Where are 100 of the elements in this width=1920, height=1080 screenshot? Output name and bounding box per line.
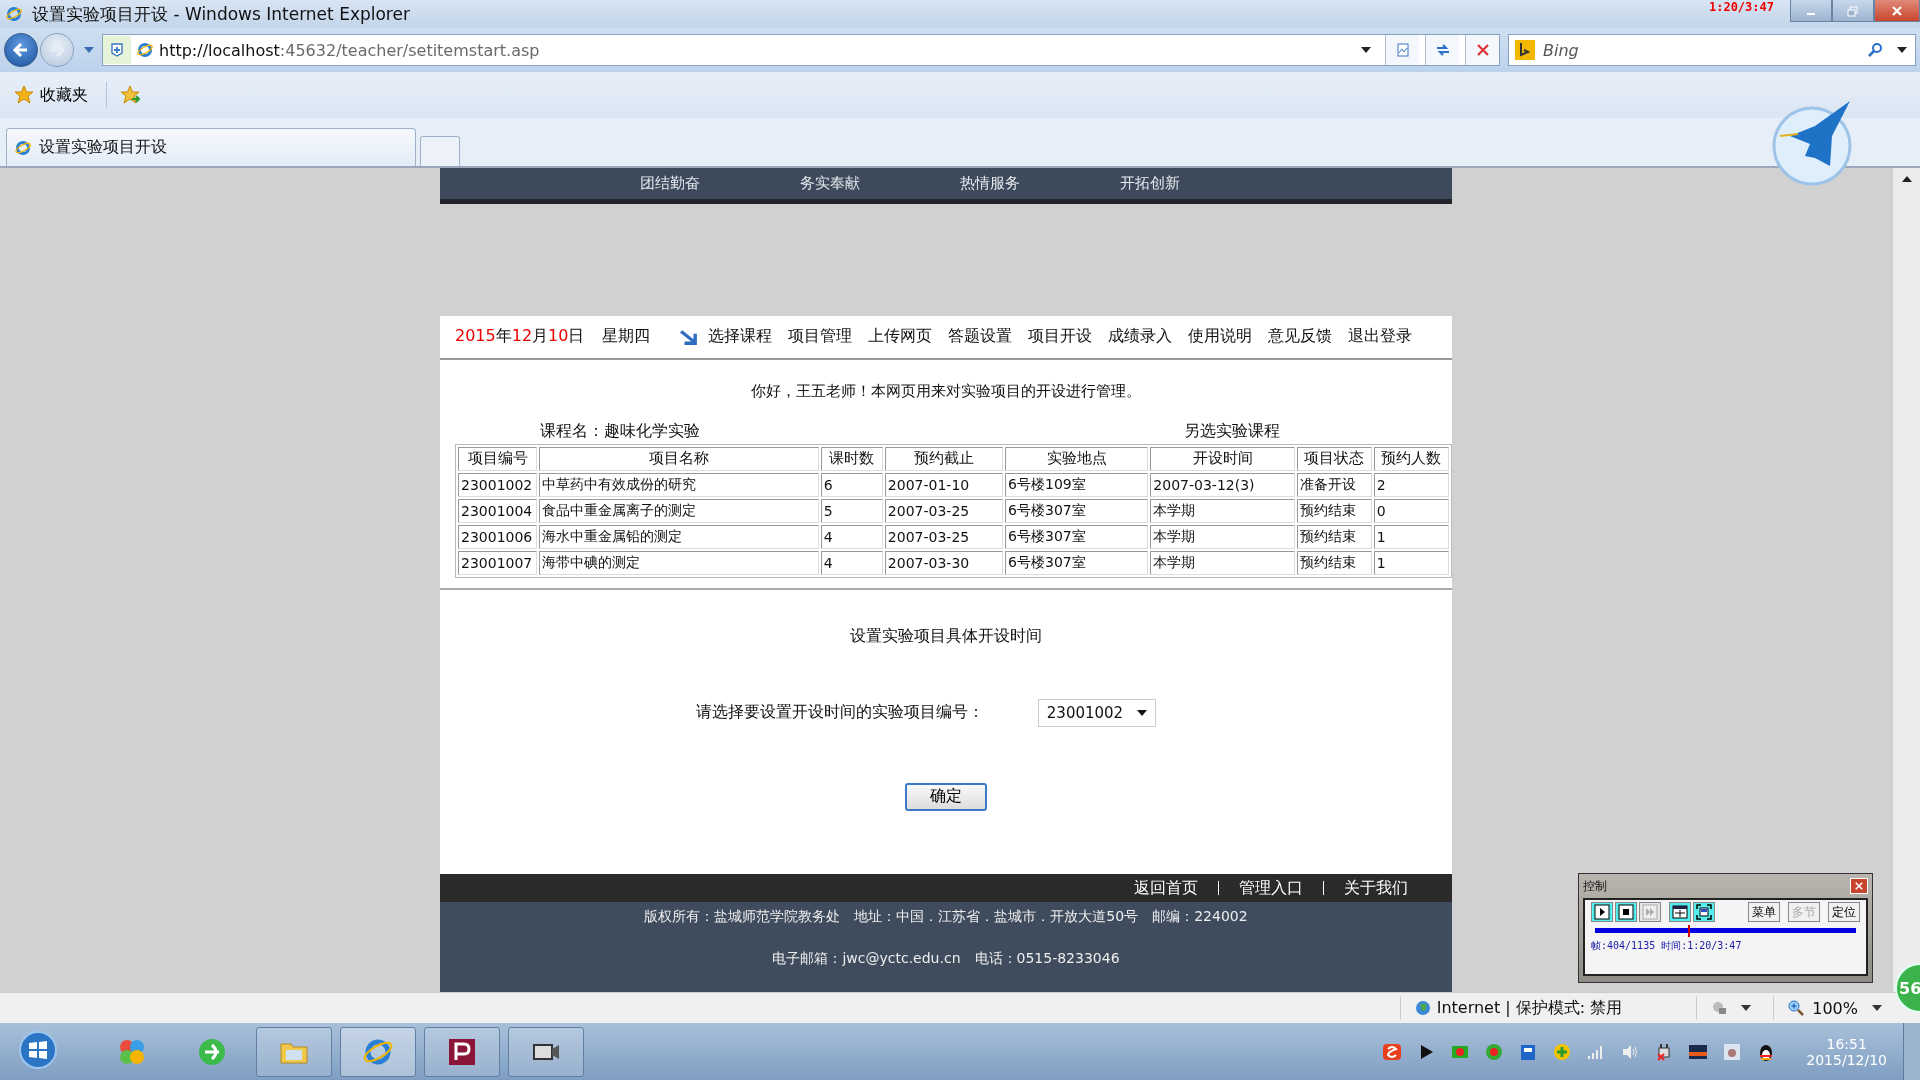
table-cell: 23001004	[458, 498, 538, 523]
table-cell: 预约结束	[1296, 524, 1372, 549]
minimize-button[interactable]	[1790, 0, 1832, 22]
taskbar-ie-icon[interactable]	[340, 1026, 416, 1077]
refresh-icon	[1434, 42, 1451, 58]
progress-marker[interactable]	[1687, 925, 1690, 937]
plus-icon[interactable]	[1552, 1041, 1573, 1062]
scroll-up-icon[interactable]	[1901, 176, 1912, 182]
motto-text: 团结勤奋	[640, 173, 700, 193]
ie-icon	[6, 6, 22, 22]
close-icon	[1855, 882, 1863, 890]
play-icon	[1594, 904, 1610, 920]
restore-button[interactable]	[1832, 0, 1874, 22]
stop-button[interactable]	[1615, 902, 1637, 922]
column-header: 项目编号	[458, 446, 538, 471]
menu-link[interactable]: 上传网页	[868, 326, 933, 348]
footer-link[interactable]: 关于我们	[1344, 877, 1408, 899]
table-cell: 23001006	[458, 524, 538, 549]
search-field[interactable]: Bing	[1541, 39, 1861, 61]
menu-link[interactable]: 意见反馈	[1268, 326, 1333, 348]
footer-link[interactable]: 管理入口	[1239, 877, 1303, 899]
menu-link[interactable]: 项目管理	[788, 326, 853, 348]
column-header: 预约截止	[884, 446, 1004, 471]
table-cell: 食品中重金属离子的测定	[539, 498, 819, 523]
frame-info-text: 帧:404/1135 时间:1:20/3:47	[1591, 939, 1743, 953]
table-cell: 准备开设	[1296, 472, 1372, 497]
bing-logo-icon	[1515, 40, 1535, 60]
browser-tab[interactable]: 设置实验项目开设	[6, 128, 416, 166]
back-button[interactable]	[4, 33, 38, 67]
motto-text: 务实奉献	[800, 173, 860, 193]
menu-link[interactable]: 退出登录	[1348, 326, 1413, 348]
motto-text: 热情服务	[960, 173, 1020, 193]
menu-link[interactable]: 成绩录入	[1108, 326, 1173, 348]
menu-link[interactable]: 项目开设	[1028, 326, 1093, 348]
section-title: 设置实验项目具体开设时间	[849, 625, 1043, 647]
taskbar-camera-icon[interactable]	[508, 1026, 584, 1077]
scrollbar[interactable]	[1892, 168, 1920, 992]
windows-logo-icon	[18, 1030, 58, 1070]
restore-icon	[1847, 4, 1859, 17]
control-text-button[interactable]: 定位	[1828, 902, 1860, 922]
close-button[interactable]	[1874, 0, 1920, 22]
play-button[interactable]	[1591, 902, 1613, 922]
table-cell: 1	[1373, 550, 1449, 575]
add-favorite-icon[interactable]	[121, 85, 141, 105]
close-icon	[1474, 42, 1491, 58]
window-title: 设置实验项目开设 - Windows Internet Explorer	[32, 2, 410, 26]
search-box[interactable]: Bing	[1508, 34, 1916, 66]
table-cell: 5	[820, 498, 883, 523]
zoom-icon[interactable]	[1788, 1000, 1805, 1016]
dropdown-arrow-icon[interactable]	[1897, 47, 1907, 53]
select-label: 请选择要设置开设时间的实验项目编号：	[695, 702, 984, 724]
table-cell: 本学期	[1150, 524, 1295, 549]
tab-title: 设置实验项目开设	[39, 137, 167, 158]
input-method-icon[interactable]	[1382, 1041, 1403, 1062]
security-zone-text: Internet | 保护模式: 禁用	[1436, 997, 1623, 1019]
table-cell: 中草药中有效成份的研究	[539, 472, 819, 497]
table-cell: 2007-03-12(3)	[1150, 472, 1295, 497]
search-icon[interactable]	[1867, 42, 1883, 58]
menu-link[interactable]: 答题设置	[948, 326, 1013, 348]
menu-link[interactable]: 选择课程	[708, 326, 773, 348]
close-icon	[1891, 4, 1903, 17]
footer-link[interactable]: 返回首页	[1134, 877, 1198, 899]
column-header: 项目名称	[539, 446, 819, 471]
table-cell: 6号楼307室	[1005, 524, 1149, 549]
dropdown-arrow-icon[interactable]	[1741, 1005, 1752, 1011]
page-chart-icon	[1394, 42, 1411, 58]
arrow-icon	[680, 328, 699, 345]
table-cell: 23001002	[458, 472, 538, 497]
globe-icon	[1414, 1000, 1431, 1016]
other-course-link[interactable]: 另选实验课程	[1184, 420, 1280, 442]
table-cell: 海带中碘的测定	[539, 550, 819, 575]
add-icon	[103, 36, 131, 64]
record-icon[interactable]	[1484, 1041, 1505, 1062]
table-cell: 本学期	[1150, 498, 1295, 523]
favorites-button[interactable]: 收藏夹	[10, 82, 92, 108]
project-select[interactable]: 23001002	[1037, 698, 1157, 727]
taskbar-app-icon[interactable]	[424, 1026, 500, 1077]
table-cell: 预约结束	[1296, 498, 1372, 523]
lock-icon[interactable]	[1711, 1000, 1728, 1016]
url-text: http://localhost:45632/teacher/setitemstart.asp	[159, 40, 540, 60]
refresh-button[interactable]	[1425, 35, 1459, 65]
table-cell: 2007-01-10	[884, 472, 1004, 497]
taskbar-folder-icon[interactable]	[256, 1026, 332, 1077]
address-field[interactable]: http://localhost:45632/teacher/setitemstart.asp	[102, 34, 1500, 66]
table-cell: 2007-03-30	[884, 550, 1004, 575]
dropdown-arrow-icon[interactable]	[1872, 1005, 1882, 1011]
fit-icon	[1672, 904, 1688, 920]
dropdown-arrow-icon[interactable]	[1361, 47, 1371, 53]
confirm-button[interactable]: 确定	[905, 782, 987, 811]
fullscreen-button[interactable]	[1693, 902, 1715, 922]
table-cell: 0	[1373, 498, 1449, 523]
control-text-button[interactable]: 菜单	[1748, 902, 1780, 922]
fullscreen-icon	[1696, 904, 1712, 920]
ie-icon	[15, 139, 31, 156]
fit-button[interactable]	[1669, 902, 1691, 922]
menu-link[interactable]: 使用说明	[1188, 326, 1253, 348]
recorder-timer: 1:20/3:47	[1708, 0, 1774, 14]
tray-app-icon[interactable]	[1722, 1041, 1743, 1062]
table-cell: 预约结束	[1296, 550, 1372, 575]
table-cell: 4	[820, 524, 883, 549]
